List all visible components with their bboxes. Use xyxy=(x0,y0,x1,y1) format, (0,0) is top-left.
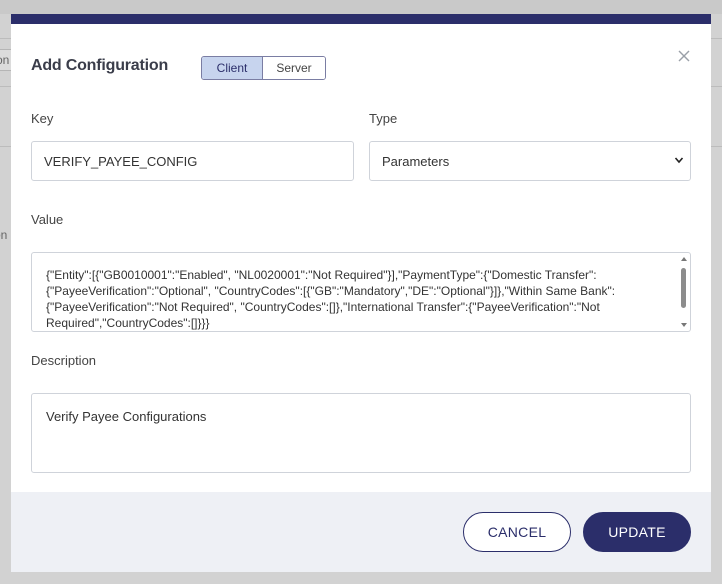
description-value: Verify Payee Configurations xyxy=(46,409,207,424)
description-textarea[interactable]: Verify Payee Configurations xyxy=(31,393,691,473)
server-toggle-button[interactable]: Server xyxy=(263,57,325,79)
update-button[interactable]: UPDATE xyxy=(583,512,691,552)
key-input[interactable]: VERIFY_PAYEE_CONFIG xyxy=(31,141,354,181)
client-server-toggle: Client Server xyxy=(201,56,326,80)
cancel-button[interactable]: CANCEL xyxy=(463,512,571,552)
value-textarea[interactable]: {"Entity":[{"GB0010001":"Enabled", "NL00… xyxy=(31,252,691,332)
type-label: Type xyxy=(369,111,398,126)
value-scrollbar[interactable] xyxy=(678,253,690,331)
close-button[interactable] xyxy=(676,48,692,64)
modal-body: Add Configuration Client Server Key VERI… xyxy=(11,24,711,492)
add-configuration-modal: Add Configuration Client Server Key VERI… xyxy=(11,14,711,572)
modal-footer: CANCEL UPDATE xyxy=(11,492,711,572)
chevron-down-icon xyxy=(674,157,684,164)
caret-down-icon[interactable] xyxy=(681,322,687,328)
background-text-fragment: on xyxy=(0,228,8,242)
key-input-value: VERIFY_PAYEE_CONFIG xyxy=(44,153,198,169)
client-toggle-button[interactable]: Client xyxy=(202,57,263,79)
type-select[interactable]: Parameters xyxy=(369,141,691,181)
modal-title: Add Configuration xyxy=(31,57,169,74)
value-textarea-content: {"Entity":[{"GB0010001":"Enabled", "NL00… xyxy=(46,268,616,330)
description-label: Description xyxy=(31,353,97,368)
scrollbar-thumb[interactable] xyxy=(681,268,686,308)
background-topbar xyxy=(0,0,722,14)
close-icon xyxy=(678,50,690,62)
type-select-value: Parameters xyxy=(382,153,450,169)
caret-up-icon[interactable] xyxy=(681,256,687,262)
value-label: Value xyxy=(31,212,64,227)
key-label: Key xyxy=(31,111,54,126)
